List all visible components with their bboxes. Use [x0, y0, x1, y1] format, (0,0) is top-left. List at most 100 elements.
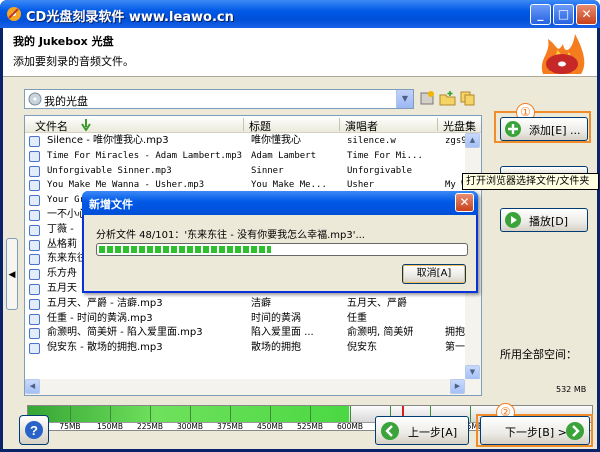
cell-title: Sinner [251, 165, 284, 176]
cell-artist: silence.w [347, 136, 396, 146]
add-files-dialog: 新增文件 ✕ 分析文件 48/101：'东来东往 - 没有你要我怎么幸福.mp3… [82, 191, 478, 293]
dialog-title-bar[interactable]: 新增文件 ✕ [82, 191, 478, 215]
next-button[interactable]: 下一步[B] > [480, 416, 590, 445]
dialog-cancel-button[interactable]: 取消[A] [402, 264, 466, 284]
new-folder-icon[interactable] [439, 90, 456, 107]
cell-file: 五月天、严爵 - 洁癖.mp3 [47, 297, 163, 309]
scroll-up-button[interactable]: ▲ [465, 133, 480, 148]
page-subtitle: 添加要刻录的音频文件。 [13, 55, 134, 68]
space-tick-label: 375MB [217, 422, 243, 431]
copy-icon[interactable] [459, 90, 476, 107]
cell-file: Time For Miracles - Adam Lambert.mp3 [47, 150, 243, 161]
audio-file-icon [29, 224, 40, 236]
dialog-progress-bar [96, 243, 468, 256]
title-bar[interactable]: CD光盘刻录软件 www.leawo.cn _ □ ✕ [0, 0, 600, 28]
table-row[interactable]: 五月天、严爵 - 洁癖.mp3 洁癖 五月天、严爵 [25, 297, 481, 311]
help-button[interactable]: ? [19, 415, 49, 445]
cell-file: 任重 - 时间的黄涡.mp3 [47, 312, 153, 324]
audio-file-icon [29, 313, 40, 325]
space-tick [230, 406, 231, 422]
disc-burner-icon [7, 7, 21, 21]
disc-properties-icon[interactable] [419, 90, 436, 107]
cell-artist: 倪安东 [347, 342, 377, 354]
back-label: 上一步[A] [408, 426, 458, 439]
app-window: CD光盘刻录软件 www.leawo.cn _ □ ✕ 我的 Jukebox 光… [0, 0, 600, 452]
window-title: CD光盘刻录软件 www.leawo.cn [26, 10, 234, 25]
space-tick-label: 525MB [297, 422, 323, 431]
play-button[interactable]: 播放[D] [500, 208, 588, 232]
col-filename[interactable]: 文件名 [35, 118, 68, 134]
table-row[interactable]: Silence - 唯你懂我心.mp3 唯你懂我心 silence.w zgs920 [25, 134, 481, 148]
space-tick [270, 406, 271, 422]
scroll-right-button[interactable]: ▶ [450, 379, 465, 394]
space-tick-label: 300MB [177, 422, 203, 431]
disc-icon [28, 92, 42, 106]
add-files-label: 添加[E] ... [529, 124, 581, 137]
close-button[interactable]: ✕ [576, 4, 597, 25]
audio-file-icon [29, 343, 40, 355]
cell-file: Silence - 唯你懂我心.mp3 [47, 135, 169, 146]
space-tick [150, 406, 151, 422]
maximize-button[interactable]: □ [553, 4, 574, 25]
audio-file-icon [29, 195, 40, 207]
col-artist[interactable]: 演唱者 [345, 118, 378, 134]
space-tick [350, 406, 351, 422]
back-button[interactable]: 上一步[A] [375, 416, 469, 445]
space-used-fill [28, 406, 350, 422]
collapse-panel-tab[interactable]: ◀ [6, 238, 18, 310]
cell-artist: Time For Mi... [347, 150, 423, 161]
cell-title: 时间的黄涡 [251, 312, 301, 324]
table-row[interactable]: 俞灏明、简美妍 - 陷入爱里面.mp3 陷入爱里面 ... 俞灏明, 简美妍 拥抱 [25, 326, 481, 340]
space-tick-label: 150MB [97, 422, 123, 431]
next-label: 下一步[B] > [505, 426, 567, 439]
list-header: 文件名 标题 演唱者 光盘集 [25, 116, 481, 133]
space-tick [470, 406, 471, 422]
scroll-down-button[interactable]: ▼ [465, 365, 480, 380]
cell-title: Adam Lambert [251, 150, 317, 161]
page-title: 我的 Jukebox 光盘 [13, 35, 114, 48]
space-tick-label: 225MB [137, 422, 163, 431]
audio-file-icon [29, 269, 40, 281]
cell-file: 倪安东 - 散场的拥抱.mp3 [47, 342, 163, 354]
table-row[interactable]: 倪安东 - 散场的拥抱.mp3 散场的拥抱 倪安东 第一课 [25, 341, 481, 355]
dialog-close-button[interactable]: ✕ [455, 193, 474, 212]
horizontal-scrollbar[interactable]: ◀ ▶ [25, 379, 481, 395]
minimize-button[interactable]: _ [530, 4, 551, 25]
table-row[interactable]: 任重 - 时间的黄涡.mp3 时间的黄涡 任重 [25, 312, 481, 326]
play-label: 播放[D] [529, 215, 569, 228]
table-row[interactable]: Time For Miracles - Adam Lambert.mp3 Adam… [25, 149, 481, 163]
dialog-progress-fill [99, 246, 272, 253]
audio-file-icon [29, 298, 40, 310]
disc-select-value: 我的光盘 [44, 95, 88, 108]
space-tick-label: 75MB [59, 422, 81, 431]
cell-file: Unforgivable Sinner.mp3 [47, 165, 172, 176]
space-tick [190, 406, 191, 422]
col-album[interactable]: 光盘集 [443, 118, 476, 134]
audio-file-icon [29, 180, 40, 192]
cell-artist: 五月天、严爵 [347, 297, 407, 309]
play-icon [505, 212, 521, 228]
wizard-header: 我的 Jukebox 光盘 添加要刻录的音频文件。 [3, 28, 597, 77]
space-tick [70, 406, 71, 422]
cell-title: 散场的拥抱 [251, 342, 301, 354]
sort-down-arrow-icon [81, 119, 91, 131]
cell-artist: Unforgivable [347, 165, 413, 176]
disc-select[interactable]: 我的光盘 ▼ [24, 89, 414, 109]
audio-file-icon [29, 210, 40, 221]
col-title[interactable]: 标题 [249, 118, 271, 134]
space-tick-label: 600MB [337, 422, 363, 431]
cell-artist: 任重 [347, 312, 367, 324]
audio-file-icon [29, 284, 40, 295]
chevron-down-icon[interactable]: ▼ [396, 90, 413, 108]
dialog-message: 分析文件 48/101：'东来东往 - 没有你要我怎么幸福.mp3'... [96, 230, 365, 241]
add-files-button[interactable]: 添加[E] ... [500, 117, 588, 141]
table-row[interactable]: Unforgivable Sinner.mp3 Sinner Unforgivabl… [25, 164, 481, 178]
audio-file-icon [29, 254, 40, 266]
audio-file-icon [29, 328, 40, 340]
scroll-left-button[interactable]: ◀ [25, 379, 40, 394]
audio-file-icon [29, 165, 40, 177]
audio-file-icon [29, 239, 40, 251]
cell-title: 唯你懂我心 [251, 135, 301, 146]
table-row[interactable] [25, 356, 481, 370]
cell-file: 俞灏明、简美妍 - 陷入爱里面.mp3 [47, 327, 203, 339]
